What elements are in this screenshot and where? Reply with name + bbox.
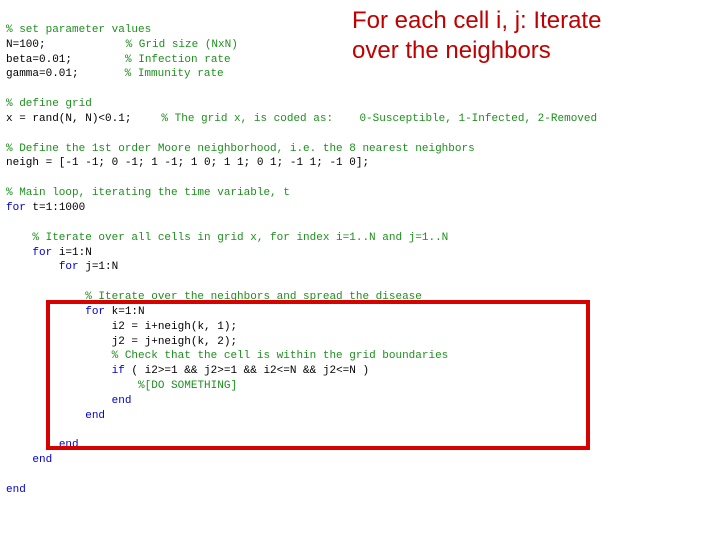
- code-comment: % Check that the cell is within the grid…: [112, 350, 449, 362]
- code-comment: % Iterate over all cells in grid x, for …: [32, 232, 448, 244]
- code-text: t=1:1000: [26, 202, 85, 214]
- code-comment: % Iterate over the neighbors and spread …: [85, 291, 422, 303]
- code-text: x = rand(N, N)<0.1;: [6, 113, 131, 125]
- code-text: ( i2>=1 && j2>=1 && i2<=N && j2<=N ): [125, 365, 369, 377]
- slide: For each cell i, j: Iterate over the nei…: [0, 0, 720, 540]
- code-comment: % Main loop, iterating the time variable…: [6, 187, 290, 199]
- code-text: j2 = j+neigh(k, 2);: [112, 336, 237, 348]
- code-comment: % define grid: [6, 98, 92, 110]
- code-comment: % Define the 1st order Moore neighborhoo…: [6, 143, 475, 155]
- code-keyword: if: [112, 365, 125, 377]
- code-keyword: end: [112, 395, 132, 407]
- code-block: % set parameter values N=100; % Grid size…: [6, 8, 710, 513]
- code-comment: % Immunity rate: [125, 68, 224, 80]
- code-text: N=100;: [6, 39, 46, 51]
- code-text: beta=0.01;: [6, 54, 72, 66]
- code-text: k=1:N: [105, 306, 145, 318]
- code-text: j=1:N: [79, 261, 119, 273]
- code-keyword: for: [85, 306, 105, 318]
- code-keyword: for: [32, 247, 52, 259]
- code-text: i=1:N: [52, 247, 92, 259]
- code-keyword: end: [6, 484, 26, 496]
- code-keyword: for: [59, 261, 79, 273]
- code-comment: % Infection rate: [125, 54, 231, 66]
- code-keyword: end: [59, 439, 79, 451]
- code-comment: % The grid x, is coded as: 0-Susceptible…: [161, 113, 597, 125]
- code-keyword: for: [6, 202, 26, 214]
- code-text: neigh = [-1 -1; 0 -1; 1 -1; 1 0; 1 1; 0 …: [6, 157, 369, 169]
- code-comment: %[DO SOMETHING]: [138, 380, 237, 392]
- code-comment: % set parameter values: [6, 24, 151, 36]
- code-text: i2 = i+neigh(k, 1);: [112, 321, 237, 333]
- code-text: gamma=0.01;: [6, 68, 79, 80]
- code-keyword: end: [32, 454, 52, 466]
- code-comment: % Grid size (NxN): [126, 39, 238, 51]
- code-keyword: end: [85, 410, 105, 422]
